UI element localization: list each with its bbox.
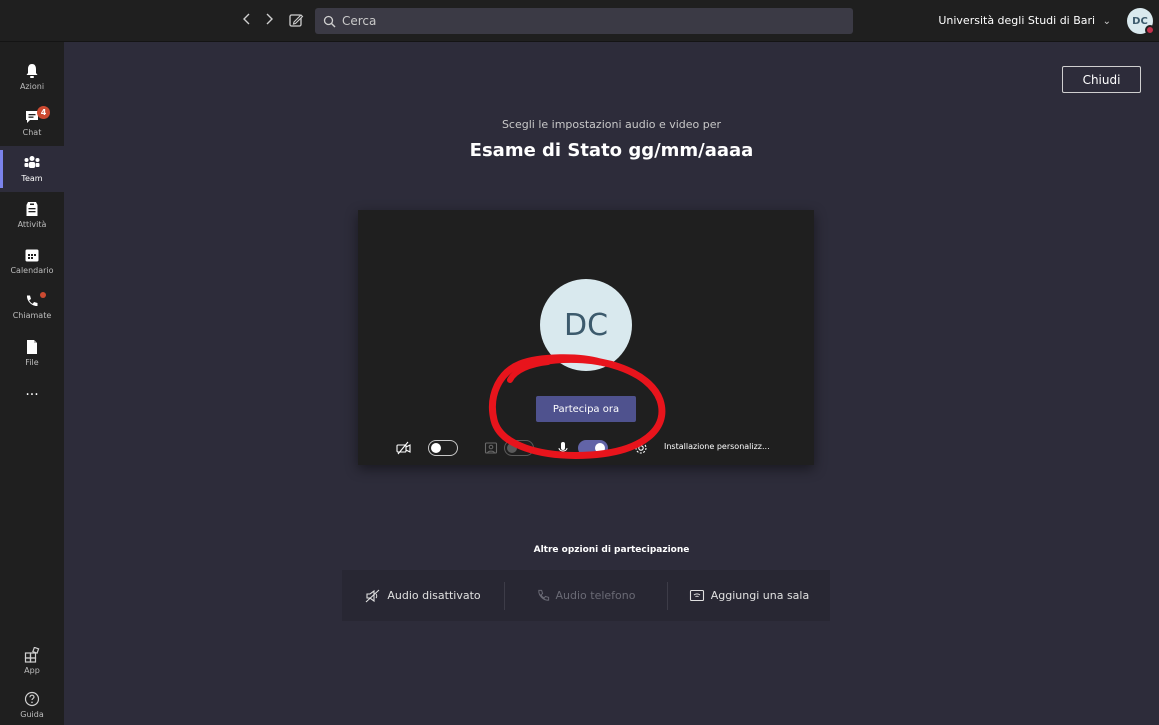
option-label: Aggiungi una sala bbox=[710, 589, 810, 602]
forward-button[interactable] bbox=[260, 12, 278, 30]
user-avatar[interactable]: DC bbox=[1127, 8, 1155, 35]
search-icon bbox=[323, 15, 336, 27]
org-switcher[interactable]: Università degli Studi di Bari ⌄ bbox=[938, 14, 1111, 27]
search-input[interactable]: Cerca bbox=[315, 8, 853, 34]
add-room-option[interactable]: Aggiungi una sala bbox=[668, 570, 830, 621]
sidebar-item-label: File bbox=[25, 358, 39, 367]
custom-setup-link[interactable]: Installazione personalizz... bbox=[664, 442, 770, 451]
presence-status-icon bbox=[1145, 25, 1155, 35]
back-button[interactable] bbox=[238, 12, 256, 30]
sidebar-item-label: Calendario bbox=[10, 266, 54, 275]
help-icon bbox=[24, 691, 40, 707]
speaker-off-icon bbox=[366, 589, 380, 602]
sidebar-item-chat[interactable]: Chat 4 bbox=[0, 100, 64, 146]
sidebar-item-label: Chat bbox=[22, 128, 42, 137]
sidebar-item-label: Guida bbox=[20, 710, 44, 719]
camera-toggle[interactable] bbox=[428, 440, 458, 456]
audio-off-option[interactable]: Audio disattivato bbox=[342, 570, 504, 621]
room-cast-icon bbox=[689, 589, 704, 601]
apps-icon bbox=[24, 647, 40, 663]
title-bar: Cerca Università degli Studi di Bari ⌄ D… bbox=[0, 0, 1159, 42]
toggle-knob bbox=[595, 443, 605, 453]
sidebar-item-label: Team bbox=[21, 174, 43, 183]
toggle-knob bbox=[507, 443, 517, 453]
sidebar-item-more[interactable]: ... bbox=[0, 368, 64, 414]
file-icon bbox=[27, 340, 37, 354]
sidebar-item-calendario[interactable]: Calendario bbox=[0, 238, 64, 284]
sidebar-item-attivita[interactable]: Attività bbox=[0, 192, 64, 238]
notification-dot-icon bbox=[40, 292, 46, 298]
new-chat-button[interactable] bbox=[287, 12, 305, 30]
settings-gear-icon bbox=[635, 442, 647, 454]
sidebar-item-label: App bbox=[24, 666, 40, 675]
teams-icon bbox=[24, 156, 40, 168]
preview-avatar-initials: DC bbox=[563, 307, 609, 343]
sidebar-item-label: Attività bbox=[17, 220, 47, 229]
phone-icon bbox=[26, 295, 38, 307]
unread-badge: 4 bbox=[37, 106, 50, 119]
option-label: Audio telefono bbox=[555, 589, 636, 602]
prejoin-subtitle: Scegli le impostazioni audio e video per bbox=[501, 118, 722, 131]
chevron-down-icon: ⌄ bbox=[1102, 16, 1111, 27]
phone-audio-option[interactable]: Audio telefono bbox=[505, 570, 667, 621]
more-icon: ... bbox=[25, 383, 39, 399]
app-bar: Azioni Chat 4 Team Attività Calendario C… bbox=[0, 42, 64, 725]
close-button[interactable]: Chiudi bbox=[1062, 66, 1141, 93]
sidebar-item-guida[interactable]: Guida bbox=[0, 682, 64, 725]
sidebar-item-app[interactable]: App bbox=[0, 638, 64, 684]
bell-icon bbox=[26, 64, 38, 78]
camera-off-icon bbox=[396, 441, 411, 455]
join-now-button[interactable]: Partecipa ora bbox=[536, 396, 636, 422]
sidebar-item-label: Azioni bbox=[19, 82, 45, 91]
microphone-icon bbox=[558, 442, 568, 452]
toggle-knob bbox=[431, 443, 441, 453]
chevron-right-icon bbox=[266, 13, 273, 25]
compose-icon bbox=[289, 14, 304, 27]
option-label: Audio disattivato bbox=[387, 589, 481, 602]
user-initials: DC bbox=[1132, 15, 1148, 27]
search-placeholder: Cerca bbox=[342, 14, 377, 28]
sidebar-item-azioni[interactable]: Azioni bbox=[0, 54, 64, 100]
sidebar-item-label: Chiamate bbox=[12, 311, 52, 320]
assignments-icon bbox=[26, 202, 38, 216]
meeting-title: Esame di Stato gg/mm/aaaa bbox=[469, 140, 754, 161]
background-effects-icon bbox=[484, 442, 498, 454]
calendar-icon bbox=[25, 249, 39, 262]
sidebar-item-team[interactable]: Team bbox=[0, 146, 64, 192]
device-controls: Installazione personalizz... bbox=[396, 438, 816, 458]
sidebar-item-chiamate[interactable]: Chiamate bbox=[0, 284, 64, 330]
video-preview: DC Partecipa ora Installazione personali… bbox=[358, 210, 814, 465]
other-join-options: Audio disattivato Audio telefono Aggiung… bbox=[342, 570, 830, 621]
preview-avatar: DC bbox=[540, 279, 632, 371]
chevron-left-icon bbox=[243, 13, 250, 25]
phone-icon bbox=[537, 589, 549, 601]
other-options-heading: Altre opzioni di partecipazione bbox=[533, 545, 690, 555]
microphone-toggle[interactable] bbox=[578, 440, 608, 456]
background-blur-toggle[interactable] bbox=[504, 440, 534, 456]
org-name: Università degli Studi di Bari bbox=[938, 14, 1096, 27]
